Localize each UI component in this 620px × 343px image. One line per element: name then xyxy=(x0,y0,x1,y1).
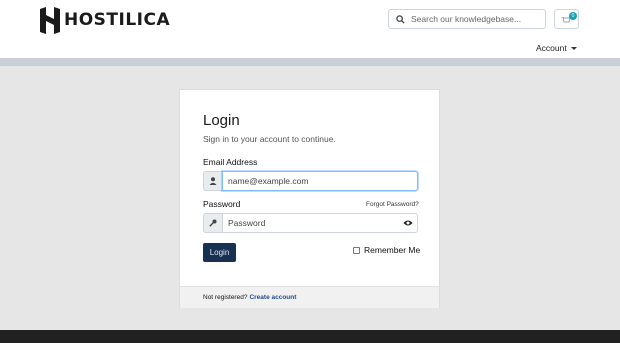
account-label: Account xyxy=(536,43,567,53)
search-icon xyxy=(389,10,411,28)
password-label: Password xyxy=(203,199,241,209)
email-label: Email Address xyxy=(203,157,258,167)
header-divider-strip xyxy=(0,58,620,66)
page-footer-bar xyxy=(0,330,620,343)
account-menu[interactable]: Account xyxy=(536,43,577,53)
cart-count-badge: 0 xyxy=(569,12,577,20)
password-field[interactable] xyxy=(222,213,418,233)
login-subtitle: Sign in to your account to continue. xyxy=(203,134,336,144)
cart-button[interactable]: 0 xyxy=(554,9,579,29)
eye-icon[interactable] xyxy=(403,219,413,227)
site-header: HOSTILICA 0 Account xyxy=(0,0,620,58)
remember-me-label: Remember Me xyxy=(364,245,421,255)
card-footer: Not registered? Create account xyxy=(180,286,439,308)
remember-me[interactable]: Remember Me xyxy=(353,245,420,255)
chevron-down-icon xyxy=(570,46,577,50)
password-field-group xyxy=(203,213,418,233)
create-account-link[interactable]: Create account xyxy=(249,294,296,301)
remember-me-checkbox[interactable] xyxy=(353,246,360,254)
brand-logo[interactable]: HOSTILICA xyxy=(40,6,170,34)
login-card: Login Sign in to your account to continu… xyxy=(179,89,440,308)
search-input[interactable] xyxy=(411,14,541,24)
email-field-group xyxy=(203,171,418,191)
page-title: Login xyxy=(203,112,240,129)
brand-name: HOSTILICA xyxy=(64,10,171,30)
user-icon xyxy=(203,171,222,191)
register-prompt: Not registered? xyxy=(203,294,248,301)
knowledgebase-search[interactable] xyxy=(388,9,546,29)
forgot-password-link[interactable]: Forgot Password? xyxy=(366,201,419,208)
key-icon xyxy=(203,213,222,233)
login-button[interactable]: Login xyxy=(203,243,236,262)
hostilica-logo-icon xyxy=(40,6,60,34)
email-field[interactable] xyxy=(222,171,418,191)
